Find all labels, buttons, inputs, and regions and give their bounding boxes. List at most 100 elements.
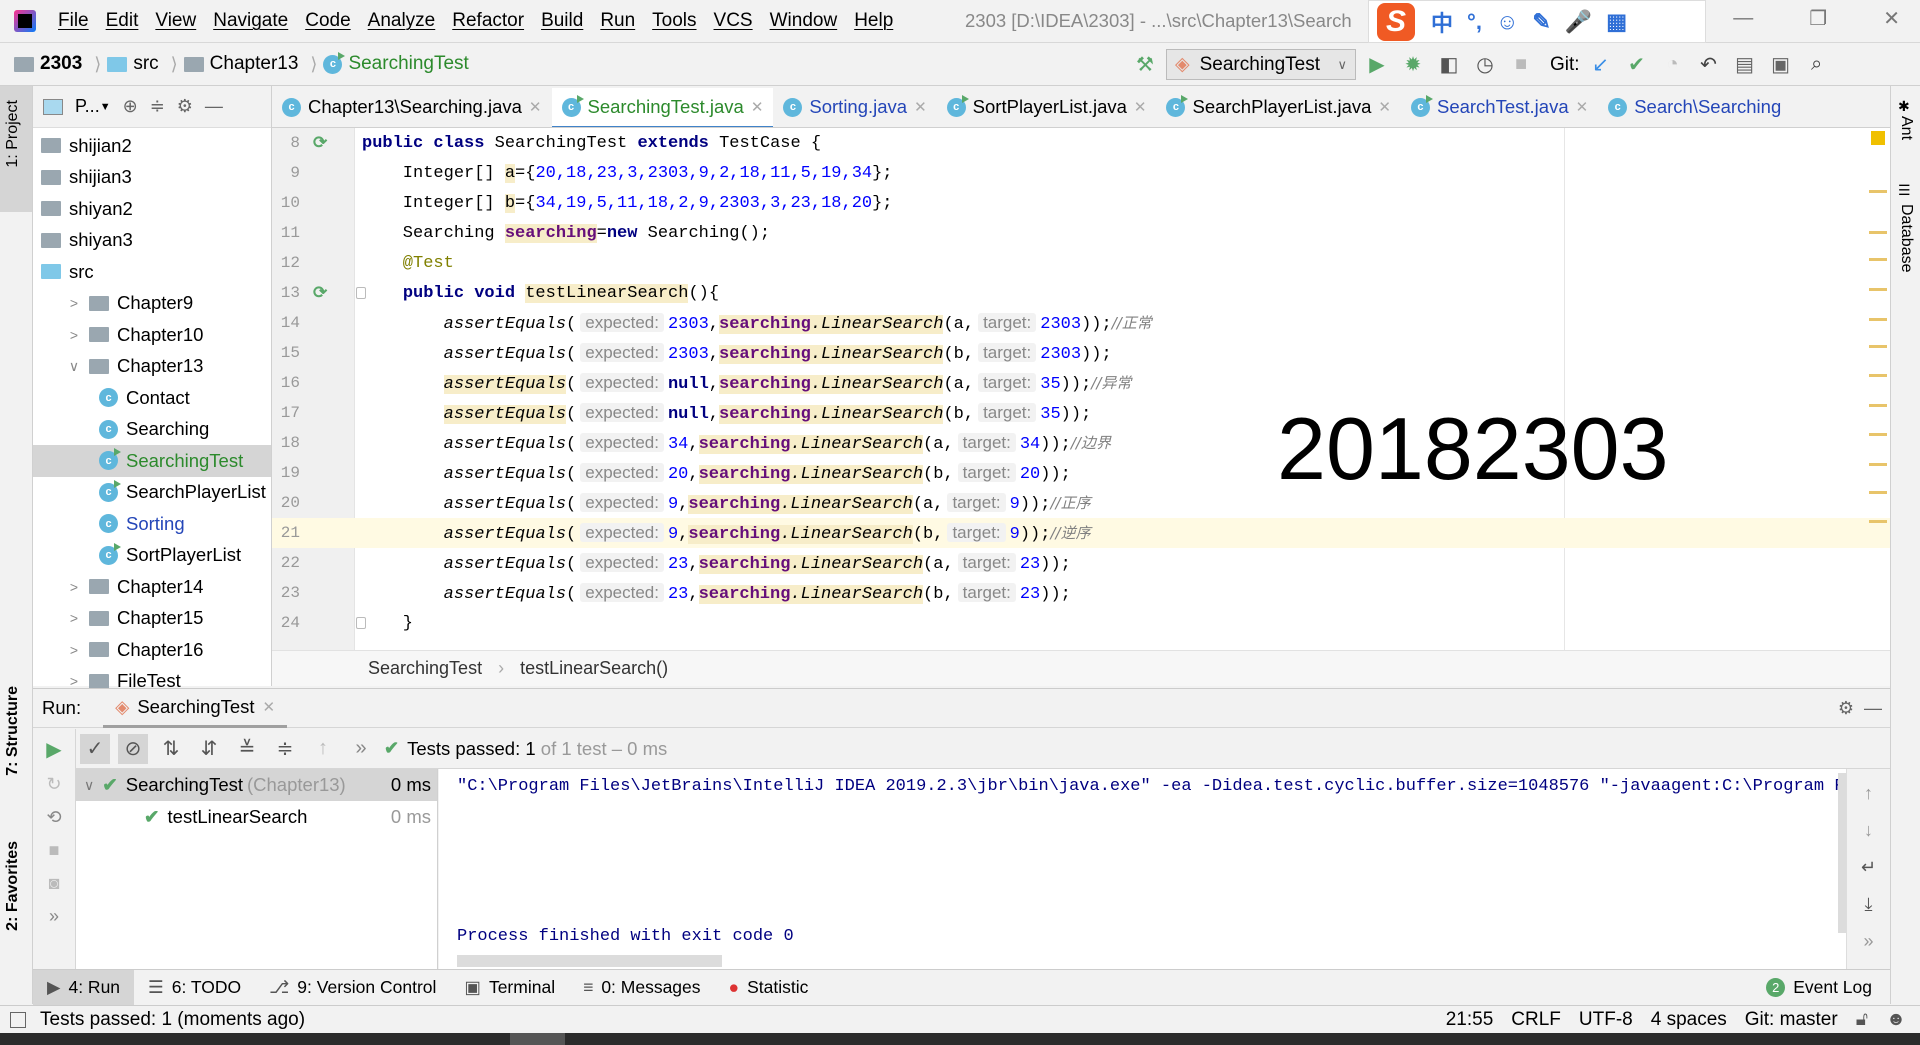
tree-item[interactable]: shijian3 — [33, 162, 271, 194]
tree-item[interactable]: ∨ Chapter13 — [33, 351, 271, 383]
close-tab-icon[interactable]: ✕ — [529, 98, 542, 116]
warning-stripe-mark[interactable] — [1869, 374, 1887, 377]
warning-stripe-mark[interactable] — [1869, 463, 1887, 466]
stop-icon[interactable]: ■ — [49, 840, 60, 861]
code-line[interactable]: 9 Integer[] a={20,18,23,3,2303,9,2,18,11… — [272, 158, 1890, 188]
breadcrumb-item[interactable]: c SearchingTest — [323, 51, 469, 75]
ime-item[interactable]: ☺ — [1496, 9, 1518, 35]
code-line[interactable]: 15 assertEquals(expected: 2303,searching.… — [272, 338, 1890, 368]
error-stripe[interactable] — [1866, 128, 1890, 650]
gear-icon[interactable]: ⚙ — [1838, 698, 1854, 719]
code-line[interactable]: 24 } — [272, 608, 1890, 638]
tree-item[interactable]: > Chapter15 — [33, 603, 271, 635]
code-line[interactable]: 14 assertEquals(expected: 2303,searching.… — [272, 308, 1890, 338]
hide-icon[interactable]: — — [1864, 698, 1882, 719]
tab-searchingtest-java[interactable]: c SearchingTest.java ✕ — [551, 88, 774, 127]
git-branch[interactable]: Git: master — [1745, 1009, 1838, 1031]
menu-vcs[interactable]: VCS — [714, 10, 753, 32]
hide-icon[interactable]: — — [205, 96, 223, 117]
arrow-down-icon[interactable]: ↓ — [1864, 820, 1873, 841]
toggle-auto-test-icon[interactable]: ⟲ — [46, 807, 61, 828]
warning-stripe-mark[interactable] — [1869, 520, 1887, 523]
warning-stripe-mark[interactable] — [1869, 231, 1887, 234]
sogou-logo-icon[interactable]: S — [1377, 2, 1415, 41]
line-separator[interactable]: CRLF — [1511, 1009, 1561, 1031]
tree-item[interactable]: c Searching — [33, 414, 271, 446]
close-tab-icon[interactable]: ✕ — [914, 98, 927, 116]
breadcrumb-item[interactable]: 2303 — [14, 53, 82, 75]
tree-item[interactable]: c SearchPlayerList — [33, 477, 271, 509]
run-icon[interactable]: ▶ — [1362, 50, 1392, 80]
warning-stripe-mark[interactable] — [1869, 288, 1887, 291]
scroll-to-end-icon[interactable]: ⤓ — [1865, 894, 1873, 915]
indent-setting[interactable]: 4 spaces — [1651, 1009, 1727, 1031]
bottom-tab-6-todo[interactable]: ☰ 6: TODO — [134, 970, 255, 1006]
tab-searchtest-java[interactable]: c SearchTest.java ✕ — [1401, 86, 1598, 127]
tree-item[interactable]: c Sorting — [33, 508, 271, 540]
expand-all-icon[interactable]: ≚ — [232, 734, 262, 764]
lock-icon[interactable]: 🔓︎ — [1856, 1009, 1868, 1031]
bottom-tab-9-version-control[interactable]: ⎇ 9: Version Control — [255, 970, 450, 1006]
tab-sortplayerlist-java[interactable]: c SortPlayerList.java ✕ — [937, 86, 1157, 127]
menu-analyze[interactable]: Analyze — [368, 10, 436, 32]
collapse-all-icon[interactable]: ≑ — [150, 96, 165, 117]
vertical-scrollbar[interactable] — [1838, 773, 1846, 933]
tree-item[interactable]: c Contact — [33, 382, 271, 414]
chevron-right-icon[interactable]: > — [67, 295, 81, 311]
tree-item[interactable]: c SortPlayerList — [33, 540, 271, 572]
warning-stripe-mark[interactable] — [1869, 258, 1887, 261]
tree-item[interactable]: shiyan2 — [33, 193, 271, 225]
toggle-tool-windows-icon[interactable] — [10, 1011, 26, 1028]
ime-item[interactable]: 🎤 — [1565, 9, 1592, 35]
sort-duration-icon[interactable]: ⇵ — [194, 734, 224, 764]
warning-stripe-mark[interactable] — [1869, 345, 1887, 348]
menu-navigate[interactable]: Navigate — [213, 10, 288, 32]
tool-tab-project-label[interactable]: 1: Project — [4, 100, 22, 168]
ime-item[interactable]: ✎ — [1532, 9, 1550, 35]
profile-icon[interactable]: ◷ — [1470, 50, 1500, 80]
tool-tab-ant[interactable]: Ant — [1897, 116, 1915, 140]
build-hammer-icon[interactable]: ⚒ — [1130, 50, 1160, 80]
show-ignored-icon[interactable]: ⊘ — [118, 733, 148, 764]
restore-button[interactable]: ❐ — [1809, 6, 1827, 31]
code-editor[interactable]: 8 ⟳ public class SearchingTest extends Tes… — [272, 128, 1890, 650]
breadcrumb-item[interactable]: Chapter13 — [183, 53, 298, 75]
tab-search-searching[interactable]: c Search\Searching — [1598, 86, 1791, 127]
gear-icon[interactable]: ⚙ — [177, 96, 193, 117]
close-tab-icon[interactable]: ✕ — [1134, 98, 1147, 116]
breadcrumb-item[interactable]: src — [107, 53, 159, 75]
show-passed-icon[interactable]: ✓ — [80, 733, 110, 764]
tree-item[interactable]: src — [33, 256, 271, 288]
test-suite-row[interactable]: ∨ ✔ SearchingTest (Chapter13) 0 ms — [76, 769, 437, 801]
inspection-status-icon[interactable] — [1871, 131, 1885, 145]
code-line[interactable]: 13 ⟳ public void testLinearSearch(){ — [272, 278, 1890, 308]
menu-help[interactable]: Help — [854, 10, 893, 32]
vcs-commit-icon[interactable]: ✔ — [1622, 50, 1652, 80]
collapse-all-icon[interactable]: ≑ — [270, 734, 300, 764]
menu-window[interactable]: Window — [770, 10, 838, 32]
previous-failed-icon[interactable]: ↑ — [308, 734, 338, 764]
chevron-down-icon[interactable]: ∨ — [84, 777, 94, 794]
chevron-right-icon[interactable]: > — [67, 642, 81, 658]
minimize-button[interactable]: — — [1733, 7, 1753, 30]
rerun-icon[interactable]: ▶ — [46, 737, 61, 762]
menu-edit[interactable]: Edit — [106, 10, 139, 32]
run-configuration-select[interactable]: ◈ SearchingTest ∨ — [1166, 49, 1356, 80]
chevron-right-icon[interactable]: > — [67, 327, 81, 343]
tab-searchplayerlist-java[interactable]: c SearchPlayerList.java ✕ — [1156, 86, 1401, 127]
chevron-down-icon[interactable]: ∨ — [67, 358, 81, 375]
debug-icon[interactable]: ✹ — [1398, 50, 1428, 80]
close-tab-icon[interactable]: ✕ — [751, 98, 764, 116]
menu-view[interactable]: View — [155, 10, 196, 32]
more-icon[interactable]: » — [1863, 931, 1873, 952]
menu-code[interactable]: Code — [305, 10, 350, 32]
horizontal-scrollbar[interactable] — [457, 955, 722, 967]
code-line[interactable]: 10 Integer[] b={34,19,5,11,18,2,9,2303,3… — [272, 188, 1890, 218]
menu-build[interactable]: Build — [541, 10, 583, 32]
stop-icon[interactable]: ■ — [1506, 50, 1536, 80]
tab-sorting-java[interactable]: c Sorting.java ✕ — [773, 86, 936, 127]
code-line[interactable]: 22 assertEquals(expected: 23,searching.Li… — [272, 548, 1890, 578]
tree-item[interactable]: > Chapter10 — [33, 319, 271, 351]
tool-tab-database[interactable]: Database — [1897, 204, 1915, 273]
run-tab[interactable]: ◈ SearchingTest ✕ — [103, 688, 288, 728]
